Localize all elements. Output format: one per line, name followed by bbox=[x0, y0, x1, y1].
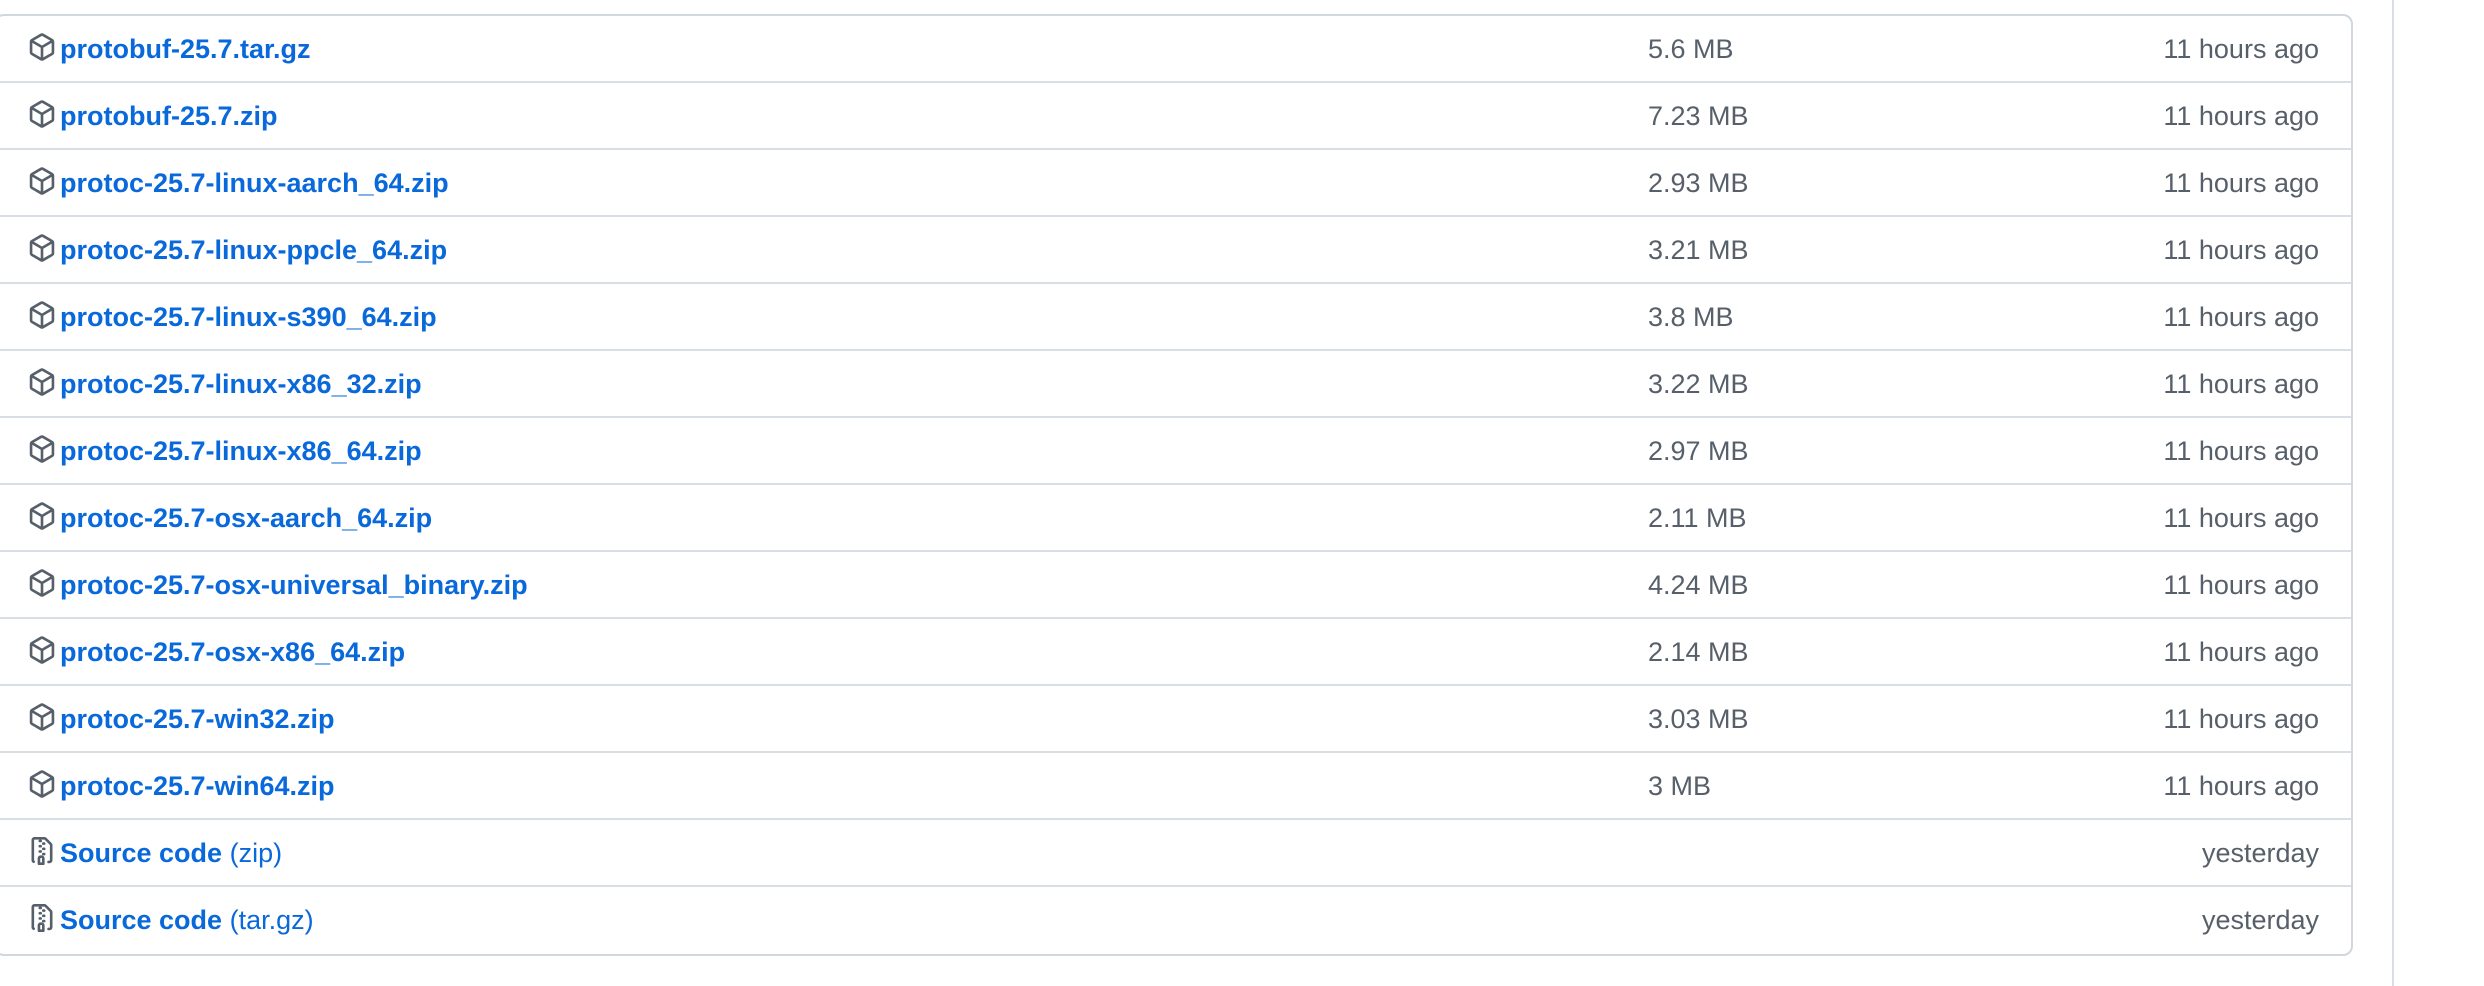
asset-size: 5.6 MB bbox=[1648, 34, 1734, 64]
file-zip-icon bbox=[28, 836, 56, 866]
sidebar-divider bbox=[2392, 0, 2394, 986]
asset-row: protoc-25.7-win32.zip 3.03 MB 11 hours a… bbox=[0, 686, 2351, 753]
asset-link[interactable]: protoc-25.7-win32.zip bbox=[60, 686, 335, 751]
assets-list: protobuf-25.7.tar.gz 5.6 MB 11 hours ago… bbox=[0, 14, 2353, 956]
asset-link[interactable]: protoc-25.7-linux-x86_64.zip bbox=[60, 418, 422, 483]
asset-size: 2.11 MB bbox=[1648, 503, 1747, 533]
package-icon bbox=[28, 32, 56, 62]
file-zip-icon bbox=[28, 903, 56, 933]
asset-size: 4.24 MB bbox=[1648, 570, 1749, 600]
asset-size: 3 MB bbox=[1648, 771, 1712, 801]
asset-size: 7.23 MB bbox=[1648, 101, 1749, 131]
asset-size: 2.14 MB bbox=[1648, 637, 1749, 667]
asset-row: protoc-25.7-win64.zip 3 MB 11 hours ago bbox=[0, 753, 2351, 820]
source-code-link[interactable]: Source code (zip) bbox=[60, 820, 282, 885]
asset-row: protoc-25.7-osx-aarch_64.zip 2.11 MB 11 … bbox=[0, 485, 2351, 552]
release-page: protobuf-25.7.tar.gz 5.6 MB 11 hours ago… bbox=[0, 0, 2484, 986]
asset-link[interactable]: protoc-25.7-linux-s390_64.zip bbox=[60, 284, 437, 349]
asset-link[interactable]: protoc-25.7-linux-x86_32.zip bbox=[60, 351, 422, 416]
asset-time: 11 hours ago bbox=[2163, 235, 2319, 265]
asset-row: protobuf-25.7.zip 7.23 MB 11 hours ago bbox=[0, 83, 2351, 150]
asset-time: 11 hours ago bbox=[2163, 436, 2319, 466]
source-code-time: yesterday bbox=[2201, 838, 2319, 868]
asset-size: 3.03 MB bbox=[1648, 704, 1749, 734]
asset-link[interactable]: protoc-25.7-linux-ppcle_64.zip bbox=[60, 217, 447, 282]
asset-time: 11 hours ago bbox=[2163, 570, 2319, 600]
asset-time: 11 hours ago bbox=[2163, 101, 2319, 131]
source-code-row: Source code (zip) yesterday bbox=[0, 820, 2351, 887]
package-icon bbox=[28, 501, 56, 531]
asset-time: 11 hours ago bbox=[2163, 34, 2319, 64]
package-icon bbox=[28, 434, 56, 464]
source-code-label: Source code bbox=[60, 838, 223, 868]
asset-row: protoc-25.7-linux-aarch_64.zip 2.93 MB 1… bbox=[0, 150, 2351, 217]
package-icon bbox=[28, 367, 56, 397]
asset-row: protoc-25.7-osx-x86_64.zip 2.14 MB 11 ho… bbox=[0, 619, 2351, 686]
source-code-label: Source code bbox=[60, 905, 223, 935]
asset-link[interactable]: protoc-25.7-osx-x86_64.zip bbox=[60, 619, 405, 684]
asset-size: 2.93 MB bbox=[1648, 168, 1749, 198]
source-code-link[interactable]: Source code (tar.gz) bbox=[60, 887, 314, 952]
source-code-time: yesterday bbox=[2201, 905, 2319, 935]
asset-row: protobuf-25.7.tar.gz 5.6 MB 11 hours ago bbox=[0, 16, 2351, 83]
asset-size: 3.8 MB bbox=[1648, 302, 1734, 332]
source-code-row: Source code (tar.gz) yesterday bbox=[0, 887, 2351, 954]
package-icon bbox=[28, 233, 56, 263]
source-code-format: (tar.gz) bbox=[229, 905, 314, 935]
asset-row: protoc-25.7-linux-ppcle_64.zip 3.21 MB 1… bbox=[0, 217, 2351, 284]
asset-time: 11 hours ago bbox=[2163, 369, 2319, 399]
asset-size: 3.21 MB bbox=[1648, 235, 1749, 265]
asset-time: 11 hours ago bbox=[2163, 168, 2319, 198]
asset-link[interactable]: protoc-25.7-osx-universal_binary.zip bbox=[60, 552, 528, 617]
asset-link[interactable]: protoc-25.7-osx-aarch_64.zip bbox=[60, 485, 432, 550]
package-icon bbox=[28, 702, 56, 732]
asset-size: 3.22 MB bbox=[1648, 369, 1749, 399]
asset-time: 11 hours ago bbox=[2163, 503, 2319, 533]
package-icon bbox=[28, 568, 56, 598]
asset-row: protoc-25.7-linux-s390_64.zip 3.8 MB 11 … bbox=[0, 284, 2351, 351]
asset-time: 11 hours ago bbox=[2163, 704, 2319, 734]
asset-row: protoc-25.7-osx-universal_binary.zip 4.2… bbox=[0, 552, 2351, 619]
package-icon bbox=[28, 99, 56, 129]
asset-link[interactable]: protoc-25.7-linux-aarch_64.zip bbox=[60, 150, 449, 215]
asset-row: protoc-25.7-linux-x86_64.zip 2.97 MB 11 … bbox=[0, 418, 2351, 485]
asset-link[interactable]: protoc-25.7-win64.zip bbox=[60, 753, 335, 818]
asset-link[interactable]: protobuf-25.7.zip bbox=[60, 83, 278, 148]
package-icon bbox=[28, 635, 56, 665]
package-icon bbox=[28, 300, 56, 330]
source-code-format: (zip) bbox=[229, 838, 283, 868]
asset-size: 2.97 MB bbox=[1648, 436, 1749, 466]
asset-row: protoc-25.7-linux-x86_32.zip 3.22 MB 11 … bbox=[0, 351, 2351, 418]
asset-link[interactable]: protobuf-25.7.tar.gz bbox=[60, 16, 311, 81]
package-icon bbox=[28, 769, 56, 799]
asset-time: 11 hours ago bbox=[2163, 302, 2319, 332]
package-icon bbox=[28, 166, 56, 196]
asset-time: 11 hours ago bbox=[2163, 637, 2319, 667]
asset-time: 11 hours ago bbox=[2163, 771, 2319, 801]
